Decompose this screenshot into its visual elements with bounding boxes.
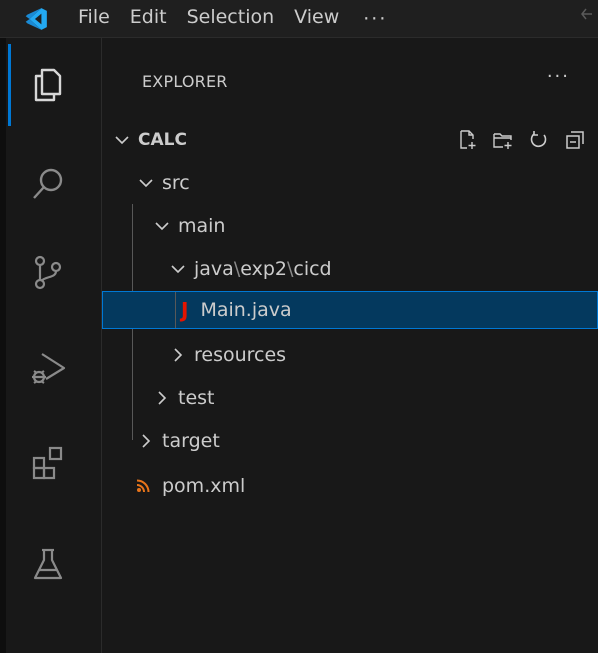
tree-item-main-java[interactable]: J Main.java — [102, 291, 598, 329]
menu-bar: File Edit Selection View ··· — [68, 0, 401, 38]
explorer-toolbar — [456, 120, 586, 160]
explorer-sidebar: EXPLORER ··· CALC src main java\exp2\cic… — [102, 38, 598, 653]
menu-more-button[interactable]: ··· — [349, 8, 401, 30]
testing-flask-icon[interactable] — [22, 538, 74, 590]
tree-item-main[interactable]: main — [102, 206, 598, 246]
extensions-icon[interactable] — [22, 436, 74, 488]
collapse-all-icon[interactable] — [564, 129, 586, 151]
chevron-down-icon — [170, 261, 186, 277]
java-file-icon: J — [181, 298, 189, 322]
explorer-more-button[interactable]: ··· — [547, 66, 570, 87]
path-segment-cicd: cicd — [293, 258, 332, 280]
tree-root-label: CALC — [138, 130, 187, 150]
path-segment-java: java — [194, 258, 234, 280]
explorer-title: EXPLORER — [142, 72, 228, 91]
tree-item-java-package[interactable]: java\exp2\cicd — [102, 249, 598, 289]
back-arrow-icon[interactable] — [580, 4, 594, 29]
window-edge — [0, 38, 6, 653]
new-file-icon[interactable] — [456, 129, 478, 151]
refresh-icon[interactable] — [528, 129, 550, 151]
menu-file[interactable]: File — [68, 0, 120, 38]
path-segment-exp2: exp2 — [240, 258, 287, 280]
chevron-right-icon — [154, 390, 170, 406]
tree-item-label: java\exp2\cicd — [194, 258, 332, 280]
chevron-down-icon — [138, 175, 154, 191]
tree-item-label: pom.xml — [162, 475, 246, 497]
tree-item-label: src — [162, 172, 190, 194]
source-control-icon[interactable] — [22, 246, 74, 298]
tree-root-calc[interactable]: CALC — [102, 120, 598, 160]
chevron-down-icon — [154, 218, 170, 234]
activity-bar — [0, 38, 102, 653]
tree-item-src[interactable]: src — [102, 163, 598, 203]
title-bar: File Edit Selection View ··· — [0, 0, 598, 38]
chevron-down-icon — [114, 132, 130, 148]
new-folder-icon[interactable] — [492, 129, 514, 151]
tree-item-resources[interactable]: resources — [102, 335, 598, 375]
tree-item-label: resources — [194, 344, 287, 366]
tree-item-label: test — [178, 387, 215, 409]
menu-view[interactable]: View — [284, 0, 349, 38]
menu-selection[interactable]: Selection — [177, 0, 285, 38]
run-debug-icon[interactable] — [22, 342, 74, 394]
indent-guide — [175, 292, 176, 328]
vscode-logo-icon[interactable] — [16, 0, 56, 38]
tree-item-target[interactable]: target — [102, 421, 598, 461]
tree-item-pom[interactable]: pom.xml — [102, 466, 598, 506]
search-icon[interactable] — [22, 158, 74, 210]
xml-rss-icon — [136, 479, 150, 493]
active-indicator — [8, 44, 11, 126]
explorer-icon[interactable] — [22, 58, 74, 110]
tree-item-label: Main.java — [200, 299, 292, 321]
chevron-right-icon — [170, 347, 186, 363]
menu-edit[interactable]: Edit — [120, 0, 177, 38]
tree-item-label: target — [162, 430, 220, 452]
tree-item-test[interactable]: test — [102, 378, 598, 418]
tree-item-label: main — [178, 215, 226, 237]
chevron-right-icon — [138, 433, 154, 449]
